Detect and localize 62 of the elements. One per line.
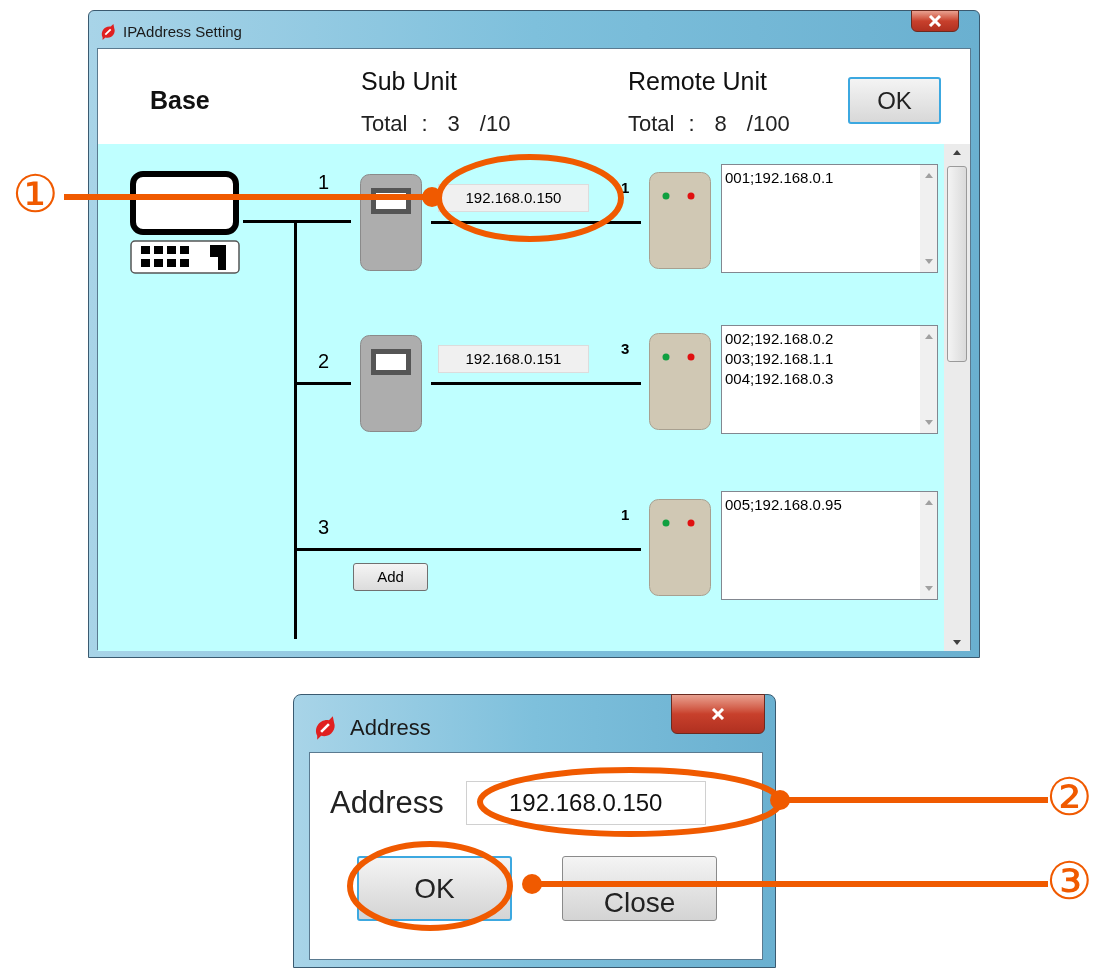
remote-unit-title: Remote Unit <box>628 66 768 97</box>
dialog-button[interactable]: OK <box>357 856 512 921</box>
remote-unit-icon <box>649 333 711 430</box>
total-count: 8 <box>714 109 727 138</box>
total-label: Total <box>628 109 675 138</box>
close-icon <box>711 708 725 720</box>
total-max: /100 <box>746 109 790 138</box>
dialog-button[interactable]: Close <box>562 856 717 921</box>
scroll-up-icon <box>953 150 962 155</box>
remote-address-item[interactable]: 004;192.168.0.3 <box>725 369 918 389</box>
scroll-up-icon <box>924 500 933 505</box>
scroll-down-icon <box>953 640 962 645</box>
separator: : <box>421 109 428 138</box>
list-scrollbar[interactable] <box>920 492 937 599</box>
sub-unit-number: 2 <box>318 351 330 371</box>
total-count: 3 <box>447 109 460 138</box>
sub-unit-number: 1 <box>318 172 330 192</box>
scroll-down-icon <box>924 420 933 425</box>
add-button[interactable]: Add <box>353 563 428 591</box>
remote-address-item[interactable]: 001;192.168.0.1 <box>725 168 918 188</box>
scroll-down-icon <box>924 259 933 264</box>
list-scrollbar[interactable] <box>920 165 937 272</box>
scrollbar-thumb[interactable] <box>947 166 968 362</box>
close-button[interactable] <box>671 694 765 734</box>
scroll-down-icon <box>924 586 933 591</box>
remote-address-item[interactable]: 002;192.168.0.2 <box>725 329 918 349</box>
remote-count: 1 <box>621 507 630 522</box>
remote-address-list[interactable]: 001;192.168.0.1 <box>721 164 938 273</box>
ip-address-field[interactable]: 192.168.0.151 <box>438 345 589 373</box>
callout-number: ① <box>12 168 59 220</box>
app-icon <box>99 23 117 42</box>
total-label: Total <box>361 109 408 138</box>
computer-icon <box>130 171 240 275</box>
remote-count: 1 <box>621 180 630 195</box>
ok-button[interactable]: OK <box>848 77 941 124</box>
sub-unit-number: 3 <box>318 517 330 537</box>
remote-address-list[interactable]: 005;192.168.0.95 <box>721 491 938 600</box>
address-field[interactable]: 192.168.0.150 <box>465 781 706 826</box>
sub-unit-title: Sub Unit <box>361 66 458 97</box>
separator: : <box>688 109 695 138</box>
scroll-up-icon <box>924 173 933 178</box>
remote-count: 3 <box>621 341 630 356</box>
scroll-up-icon <box>924 334 933 339</box>
remote-address-item[interactable]: 003;192.168.1.1 <box>725 349 918 369</box>
scrollbar[interactable] <box>944 144 970 651</box>
remote-unit-icon <box>649 172 711 269</box>
sub-unit-device-icon <box>360 335 422 432</box>
close-button[interactable] <box>911 10 959 32</box>
remote-address-list[interactable]: 002;192.168.0.2 003;192.168.1.1 004;192.168.0.3 <box>721 325 938 434</box>
remote-address-item[interactable]: 005;192.168.0.95 <box>725 495 918 515</box>
base-label: Base <box>150 85 210 116</box>
sub-unit-device-icon <box>360 174 422 271</box>
window-title: IPAddress Setting <box>123 22 242 42</box>
callout-number: ② <box>1046 771 1093 823</box>
close-icon <box>928 15 942 27</box>
total-max: /10 <box>479 109 511 138</box>
address-label: Address <box>330 784 444 822</box>
list-scrollbar[interactable] <box>920 326 937 433</box>
ip-address-field[interactable]: 192.168.0.150 <box>438 184 589 212</box>
remote-unit-icon <box>649 499 711 596</box>
dialog-title: Address <box>350 714 431 742</box>
callout-number: ③ <box>1046 855 1093 907</box>
